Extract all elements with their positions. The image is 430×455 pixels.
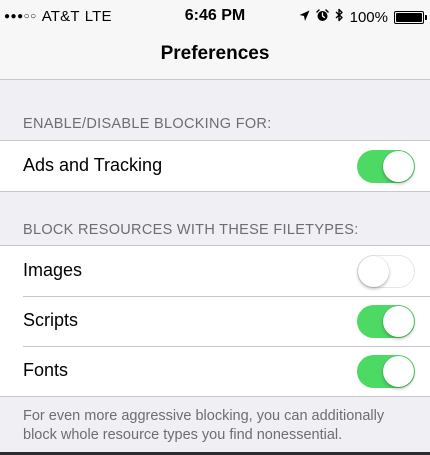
status-right: 100% [299, 8, 427, 26]
bluetooth-icon [335, 8, 344, 26]
fonts-toggle[interactable] [357, 355, 415, 388]
row-images: Images [0, 246, 430, 296]
section-header-blocking: ENABLE/DISABLE BLOCKING FOR: [23, 116, 272, 132]
ads-and-tracking-toggle[interactable] [357, 150, 415, 183]
battery-icon [394, 10, 427, 24]
row-label: Ads and Tracking [23, 155, 163, 175]
row-fonts: Fonts [0, 346, 430, 396]
battery-percent: 100% [349, 8, 388, 26]
filetypes-group: Images Scripts Fonts [0, 245, 430, 397]
blocking-group: Ads and Tracking [0, 140, 430, 192]
toggle-knob [358, 256, 389, 287]
toggle-knob [383, 356, 414, 387]
location-arrow-icon [299, 9, 310, 26]
row-ads-and-tracking: Ads and Tracking [0, 141, 430, 191]
scripts-toggle[interactable] [357, 305, 415, 338]
images-toggle[interactable] [357, 255, 415, 288]
page-title: Preferences [160, 43, 270, 64]
row-label: Scripts [23, 310, 79, 330]
battery-tip [425, 14, 427, 20]
status-bar: ●●●○○ AT&T LTE 6:46 PM 100% [0, 0, 430, 36]
row-scripts: Scripts [0, 296, 430, 346]
row-label: Fonts [23, 360, 69, 380]
toggle-knob [383, 306, 414, 337]
alarm-clock-icon [315, 8, 329, 26]
row-label: Images [23, 260, 83, 280]
section-footer-text: For even more aggressive blocking, you c… [23, 408, 385, 443]
section-header-filetypes: BLOCK RESOURCES WITH THESE FILETYPES: [23, 222, 359, 238]
battery-fill [396, 12, 422, 22]
toggle-knob [383, 151, 414, 182]
preferences-screen: ●●●○○ AT&T LTE 6:46 PM 100% Preferences … [0, 0, 430, 455]
navigation-bar: Preferences [0, 36, 430, 80]
